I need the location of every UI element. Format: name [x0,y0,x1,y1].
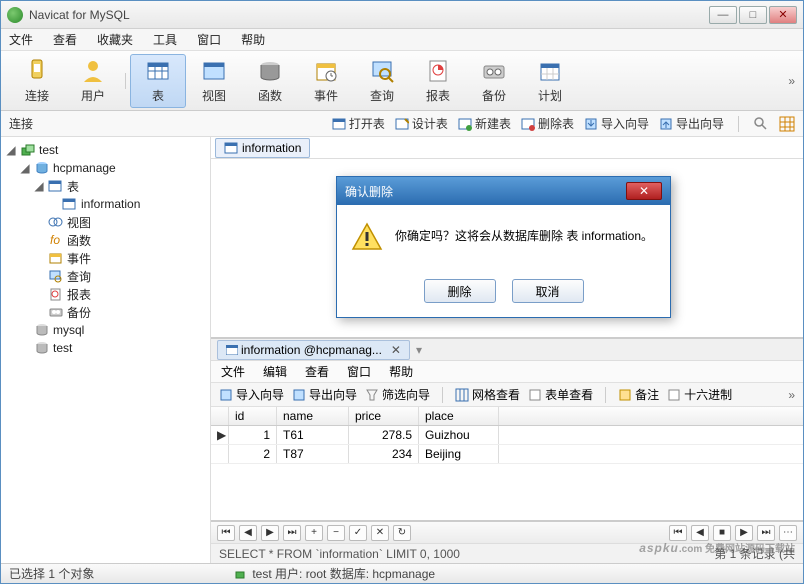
tree-group-events[interactable]: 事件 [3,249,208,267]
bpt-gridview[interactable]: 网格查看 [455,386,520,403]
menu-favorites[interactable]: 收藏夹 [97,31,133,48]
sub-toolbar: 连接 打开表 设计表 新建表 删除表 导入向导 导出向导 [1,111,803,137]
menu-help[interactable]: 帮助 [241,31,265,48]
bpt-import[interactable]: 导入向导 [219,386,284,403]
toolbar-overflow-icon[interactable]: » [788,74,795,88]
tree-group-tables[interactable]: ◢表 [3,177,208,195]
tb-report[interactable]: 报表 [410,54,466,108]
col-id[interactable]: id [229,407,277,425]
tree-db-mysql[interactable]: mysql [3,321,208,339]
bpt-note[interactable]: 备注 [618,386,659,403]
tb-user[interactable]: 用户 [65,54,121,108]
col-place[interactable]: place [419,407,499,425]
tb-event[interactable]: 事件 [298,54,354,108]
grid-header: id name price place [211,407,803,426]
tb-query[interactable]: 查询 [354,54,410,108]
dialog-close-button[interactable]: ✕ [626,182,662,200]
svg-text:fo: fo [50,233,60,247]
bp-menu-edit[interactable]: 编辑 [263,363,287,380]
tree-group-views[interactable]: 视图 [3,213,208,231]
tree-db-hcpmanage[interactable]: ◢hcpmanage [3,159,208,177]
object-tab-information[interactable]: information [215,138,310,158]
data-tab[interactable]: information @hcpmanag... ✕ [217,340,410,360]
nav-add[interactable]: + [305,525,323,541]
minimize-button[interactable]: — [709,6,737,24]
maximize-button[interactable]: □ [739,6,767,24]
tb-view[interactable]: 视图 [186,54,242,108]
table-icon [224,142,238,154]
nav-cancel[interactable]: ✕ [371,525,389,541]
bp-menu-view[interactable]: 查看 [305,363,329,380]
bp-menu-window[interactable]: 窗口 [347,363,371,380]
act-open-table[interactable]: 打开表 [332,115,385,132]
tree-table-information[interactable]: information [3,195,208,213]
tb-backup[interactable]: 备份 [466,54,522,108]
dialog-cancel-button[interactable]: 取消 [512,279,584,303]
act-new-table[interactable]: 新建表 [458,115,511,132]
sub-label: 连接 [9,115,33,132]
act-import[interactable]: 导入向导 [584,115,649,132]
bpt-formview[interactable]: 表单查看 [528,386,593,403]
tree-group-backups[interactable]: 备份 [3,303,208,321]
warning-icon [351,221,383,253]
sql-text: SELECT * FROM `information` LIMIT 0, 100… [219,547,460,561]
nav-ok[interactable]: ✓ [349,525,367,541]
nav-first[interactable]: ⏮ [217,525,235,541]
table-icon [226,345,238,355]
bpt-export[interactable]: 导出向导 [292,386,357,403]
status-left: 已选择 1 个对象 [9,565,94,582]
table-row[interactable]: ▶ 1 T61 278.5 Guizhou [211,426,803,445]
tab-close-icon[interactable]: ✕ [391,343,401,357]
dialog-title: 确认删除 [345,183,393,200]
window-title: Navicat for MySQL [29,8,709,22]
dialog-delete-button[interactable]: 删除 [424,279,496,303]
watermark: aspku.com 免费网站源码下载站 [639,531,795,559]
connection-tree: ◢test ◢hcpmanage ◢表 information 视图 fo函数 … [1,137,211,563]
status-center: test 用户: root 数据库: hcpmanage [252,565,435,582]
tab-dropdown-icon[interactable]: ▾ [416,343,422,357]
data-grid: id name price place ▶ 1 T61 278.5 Guizho… [211,407,803,521]
tree-group-functions[interactable]: fo函数 [3,231,208,249]
nav-refresh[interactable]: ↻ [393,525,411,541]
act-export[interactable]: 导出向导 [659,115,724,132]
grid-icon[interactable] [779,116,795,132]
act-delete-table[interactable]: 删除表 [521,115,574,132]
tree-group-queries[interactable]: 查询 [3,267,208,285]
close-button[interactable]: ✕ [769,6,797,24]
bpt-hex[interactable]: 十六进制 [667,386,732,403]
bp-overflow-icon[interactable]: » [788,388,795,402]
tb-function[interactable]: 函数 [242,54,298,108]
col-name[interactable]: name [277,407,349,425]
act-design-table[interactable]: 设计表 [395,115,448,132]
menu-tools[interactable]: 工具 [153,31,177,48]
menu-view[interactable]: 查看 [53,31,77,48]
data-panel: information @hcpmanag... ✕ ▾ 文件 编辑 查看 窗口… [211,338,803,563]
nav-next[interactable]: ▶ [261,525,279,541]
table-row[interactable]: 2 T87 234 Beijing [211,445,803,464]
nav-prev[interactable]: ◀ [239,525,257,541]
nav-del[interactable]: − [327,525,345,541]
tree-db-test[interactable]: test [3,339,208,357]
dialog-message: 你确定吗？这将会从数据库删除 表 information。 [395,221,653,244]
bpt-filter[interactable]: 筛选向导 [365,386,430,403]
titlebar: Navicat for MySQL — □ ✕ [1,1,803,29]
col-price[interactable]: price [349,407,419,425]
main-toolbar: 连接 用户 表 视图 函数 事件 查询 报表 备份 计划 » [1,51,803,111]
menu-window[interactable]: 窗口 [197,31,221,48]
tree-conn-test[interactable]: ◢test [3,141,208,159]
server-icon [234,568,248,580]
app-icon [7,7,23,23]
statusbar: 已选择 1 个对象 test 用户: root 数据库: hcpmanage [1,563,803,583]
bp-menu-file[interactable]: 文件 [221,363,245,380]
bp-menu-help[interactable]: 帮助 [389,363,413,380]
nav-last[interactable]: ⏭ [283,525,301,541]
tb-connect[interactable]: 连接 [9,54,65,108]
tb-table[interactable]: 表 [130,54,186,108]
search-icon[interactable] [753,116,769,132]
tree-group-reports[interactable]: 报表 [3,285,208,303]
menubar: 文件 查看 收藏夹 工具 窗口 帮助 [1,29,803,51]
menu-file[interactable]: 文件 [9,31,33,48]
tb-schedule[interactable]: 计划 [522,54,578,108]
confirm-dialog: 确认删除 ✕ 你确定吗？这将会从数据库删除 表 information。 删除 … [336,176,671,318]
